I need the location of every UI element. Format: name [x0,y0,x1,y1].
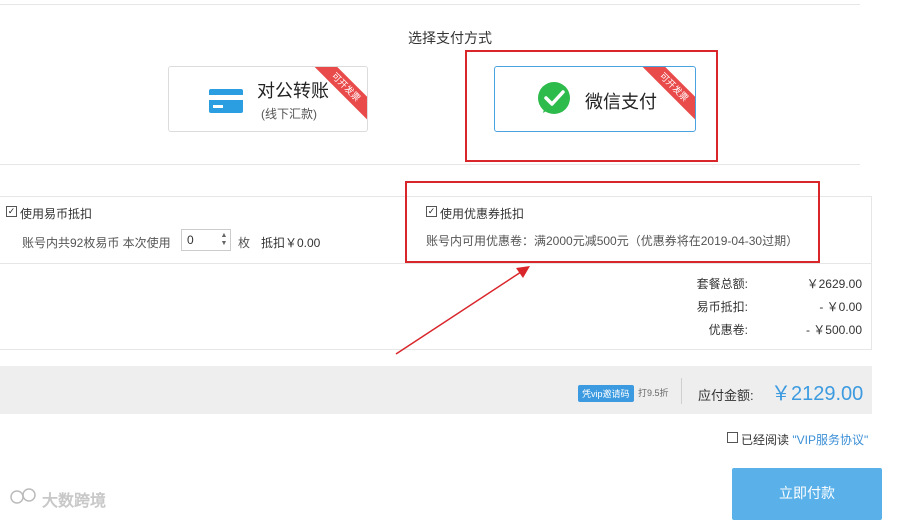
vip-agreement-link[interactable]: "VIP服务协议" [792,433,868,447]
coins-checkbox[interactable]: ✓ [6,206,17,217]
top-divider [0,4,860,5]
summary-total-label: 套餐总额: [696,277,748,291]
coins-checkbox-label: 使用易币抵扣 [20,207,93,221]
coins-quantity-input[interactable]: 0 ▲ ▼ [181,229,231,251]
agreement-checkbox[interactable] [727,432,738,443]
coins-deduct-text: 抵扣￥0.00 [261,236,321,250]
bank-transfer-sublabel: (线下汇款) [261,107,317,121]
vip-discount-text: 打9.5折 [638,388,669,398]
paybar-divider [681,378,682,404]
section-divider [0,164,860,165]
summary-coupon-value: - ￥500.00 [805,323,862,337]
payment-option-bank-transfer[interactable]: 对公转账 (线下汇款) 可开发票 [168,66,368,132]
coins-account-text: 账号内共92枚易币 本次使用 [22,236,171,250]
amount-due-value: ￥2129.00 [771,383,864,405]
agreement-text: 已经阅读 "VIP服务协议" [741,431,868,448]
summary-coins-value: - ￥0.00 [819,300,862,314]
quantity-stepper-icon[interactable]: ▲ ▼ [220,232,228,248]
highlight-box-coupon [405,181,820,263]
annotation-arrow-icon [395,266,530,355]
coins-unit: 枚 [238,236,251,250]
vip-invite-badge[interactable]: 凭vip邀请码 [578,385,634,402]
watermark-text: 大数跨境 [42,493,107,510]
pay-now-button[interactable]: 立即付款 [732,468,882,520]
card-icon [209,89,243,113]
payment-method-title: 选择支付方式 [408,30,492,46]
amount-due-label: 应付金额: [698,388,754,403]
agreement-prefix: 已经阅读 [741,433,790,447]
watermark-logo-icon [10,488,38,504]
coins-quantity-value: 0 [187,233,194,247]
summary-coupon-label: 优惠卷: [708,323,748,337]
highlight-box-wechat [465,50,718,162]
bank-transfer-label: 对公转账 [257,81,329,101]
summary-total-value: ￥2629.00 [806,277,862,291]
summary-coins-label: 易币抵扣: [696,300,748,314]
